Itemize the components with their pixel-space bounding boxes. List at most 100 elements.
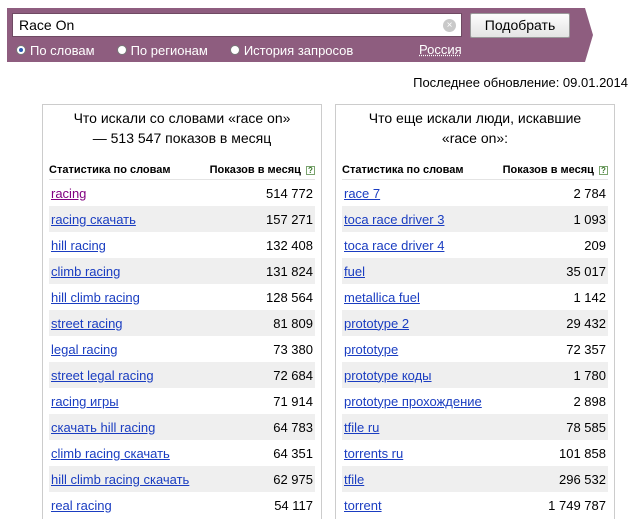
clear-icon[interactable]: × <box>443 19 456 32</box>
impressions-count: 101 858 <box>559 445 606 461</box>
impressions-count: 209 <box>584 237 606 253</box>
left-table-body: racing 514 772 racing скачать 157 271 hill r… <box>49 180 315 518</box>
impressions-count: 64 351 <box>273 445 313 461</box>
table-row: hill climb racing скачать 62 975 <box>49 466 315 492</box>
phrase-link[interactable]: street legal racing <box>51 368 154 383</box>
phrase-link[interactable]: hill climb racing скачать <box>51 472 189 487</box>
phrase-link[interactable]: racing игры <box>51 394 119 409</box>
right-panel-title: Что еще искали люди, искавшие «race on»: <box>368 110 582 146</box>
impressions-count: 1 780 <box>573 367 606 383</box>
phrase-link[interactable]: climb racing <box>51 264 120 279</box>
phrase-link[interactable]: tfile ru <box>344 420 379 435</box>
impressions-count: 131 824 <box>266 263 313 279</box>
submit-button[interactable]: Подобрать <box>470 13 570 38</box>
radio-selected-icon[interactable] <box>16 45 26 55</box>
help-icon[interactable]: ? <box>599 165 608 175</box>
phrase-link[interactable]: скачать hill racing <box>51 420 155 435</box>
table-row: fuel 35 017 <box>342 258 608 284</box>
impressions-count: 2 784 <box>573 185 606 201</box>
impressions-count: 128 564 <box>266 289 313 305</box>
table-row: climb racing 131 824 <box>49 258 315 284</box>
phrase-link[interactable]: fuel <box>344 264 365 279</box>
table-row: torrent 1 749 787 <box>342 492 608 518</box>
left-table-header: Статистика по словам Показов в месяц ? <box>49 160 315 180</box>
left-panel-title: Что искали со словами «race on» — 513 54… <box>73 110 291 146</box>
phrase-link[interactable]: metallica fuel <box>344 290 420 305</box>
phrase-link[interactable]: torrent <box>344 498 382 513</box>
impressions-count: 64 783 <box>273 419 313 435</box>
impressions-count: 296 532 <box>559 471 606 487</box>
impressions-count: 157 271 <box>266 211 313 227</box>
search-mode-group: По словам По регионам История запросов <box>16 42 375 58</box>
table-row: torrents ru 101 858 <box>342 440 608 466</box>
table-row: race 7 2 784 <box>342 180 608 206</box>
impressions-count: 54 117 <box>274 497 313 513</box>
impressions-count: 73 380 <box>273 341 313 357</box>
help-icon[interactable]: ? <box>306 165 315 175</box>
search-input[interactable] <box>19 17 439 33</box>
impressions-count: 1 142 <box>573 289 606 305</box>
table-row: toca race driver 4 209 <box>342 232 608 258</box>
phrase-link[interactable]: prototype 2 <box>344 316 409 331</box>
table-row: prototype прохождение 2 898 <box>342 388 608 414</box>
table-row: prototype коды 1 780 <box>342 362 608 388</box>
mode-label: По регионам <box>130 42 208 58</box>
phrase-link[interactable]: legal racing <box>51 342 118 357</box>
table-row: metallica fuel 1 142 <box>342 284 608 310</box>
table-row: скачать hill racing 64 783 <box>49 414 315 440</box>
impressions-count: 81 809 <box>273 315 313 331</box>
phrase-link[interactable]: tfile <box>344 472 364 487</box>
phrase-link[interactable]: climb racing скачать <box>51 446 170 461</box>
phrase-link[interactable]: racing <box>51 186 86 201</box>
phrase-link[interactable]: prototype <box>344 342 398 357</box>
radio-icon[interactable] <box>229 45 240 55</box>
table-row: tfile 296 532 <box>342 466 608 492</box>
impressions-count: 1 749 787 <box>548 497 606 513</box>
right-table-header: Статистика по словам Показов в месяц ? <box>342 160 608 180</box>
table-row: toca race driver 3 1 093 <box>342 206 608 232</box>
search-field[interactable]: × <box>12 13 462 37</box>
table-row: prototype 2 29 432 <box>342 310 608 336</box>
column-phrase-header: Статистика по словам <box>49 163 171 176</box>
mode-by-words[interactable]: По словам <box>16 43 95 58</box>
impressions-count: 132 408 <box>266 237 313 253</box>
table-row: street legal racing 72 684 <box>49 362 315 388</box>
column-phrase-header: Статистика по словам <box>342 163 464 176</box>
phrase-link[interactable]: prototype коды <box>344 368 432 383</box>
column-count-header: Показов в месяц <box>502 163 594 176</box>
impressions-count: 514 772 <box>266 185 313 201</box>
mode-by-regions[interactable]: По регионам <box>116 42 208 58</box>
impressions-count: 71 914 <box>273 393 313 409</box>
right-results-panel: Что еще искали люди, искавшие «race on»:… <box>335 104 615 519</box>
phrase-link[interactable]: real racing <box>51 498 112 513</box>
radio-icon[interactable] <box>116 45 127 55</box>
table-row: legal racing 73 380 <box>49 336 315 362</box>
mode-history[interactable]: История запросов <box>229 43 353 58</box>
phrase-link[interactable]: toca race driver 3 <box>344 212 444 227</box>
left-results-panel: Что искали со словами «race on» — 513 54… <box>42 104 322 519</box>
impressions-count: 72 684 <box>273 367 313 383</box>
phrase-link[interactable]: hill racing <box>51 238 106 253</box>
column-count-header: Показов в месяц <box>209 163 301 176</box>
right-table-body: race 72 784 toca race driver 31 093 toca r… <box>342 180 608 518</box>
last-update-text: Последнее обновление: 09.01.2014 <box>413 75 628 90</box>
table-row: racing 514 772 <box>49 180 315 206</box>
table-row: prototype 72 357 <box>342 336 608 362</box>
phrase-link[interactable]: toca race driver 4 <box>344 238 444 253</box>
phrase-link[interactable]: torrents ru <box>344 446 403 461</box>
impressions-count: 62 975 <box>273 471 313 487</box>
mode-label: По словам <box>30 42 95 58</box>
impressions-count: 78 585 <box>566 419 606 435</box>
phrase-link[interactable]: street racing <box>51 316 123 331</box>
table-row: tfile ru 78 585 <box>342 414 608 440</box>
phrase-link[interactable]: race 7 <box>344 186 380 201</box>
impressions-count: 1 093 <box>573 211 606 227</box>
table-row: hill racing 132 408 <box>49 232 315 258</box>
impressions-count: 72 357 <box>566 341 606 357</box>
phrase-link[interactable]: hill climb racing <box>51 290 140 305</box>
phrase-link[interactable]: prototype прохождение <box>344 394 482 409</box>
table-row: real racing 54 117 <box>49 492 315 518</box>
table-row: climb racing скачать 64 351 <box>49 440 315 466</box>
phrase-link[interactable]: racing скачать <box>51 212 136 227</box>
region-selector-link[interactable]: Россия <box>419 42 462 57</box>
